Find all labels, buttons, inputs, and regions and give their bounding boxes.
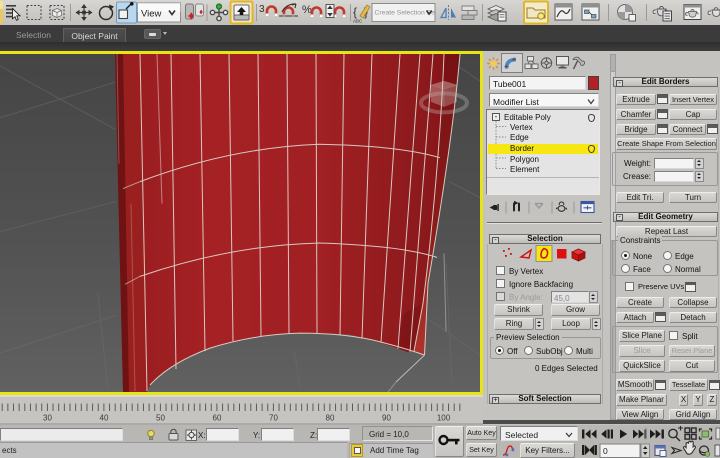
svg-text:View: View	[141, 9, 162, 20]
svg-text:%: %	[302, 4, 312, 16]
svg-text:3: 3	[259, 4, 265, 15]
svg-text:90: 90	[382, 414, 391, 423]
svg-text:60: 60	[213, 414, 222, 423]
svg-text:50: 50	[156, 414, 165, 423]
svg-text:80: 80	[326, 414, 335, 423]
svg-text:30: 30	[43, 414, 52, 423]
svg-text:40: 40	[100, 414, 109, 423]
svg-text:70: 70	[269, 414, 278, 423]
svg-text:Create Selection Se: Create Selection Se	[375, 10, 436, 17]
svg-text:0: 0	[603, 446, 608, 456]
svg-text:100: 100	[437, 414, 451, 423]
svg-text:ABC: ABC	[353, 19, 363, 24]
svg-text:{: {	[353, 5, 357, 19]
